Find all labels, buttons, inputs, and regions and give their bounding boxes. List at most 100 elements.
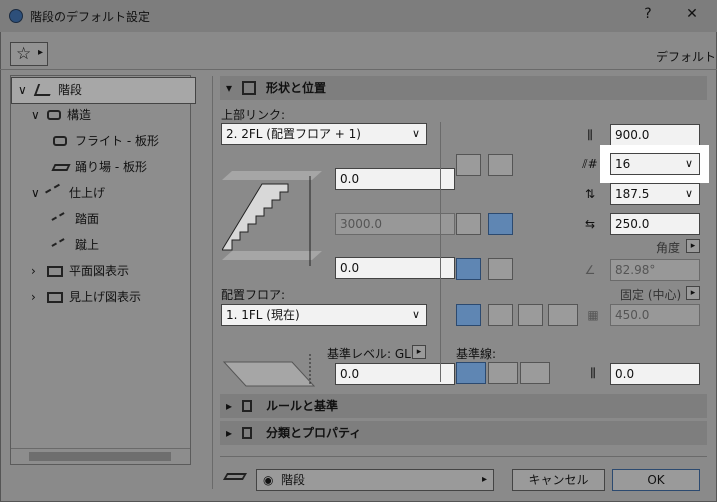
- help-button[interactable]: ?: [633, 6, 663, 22]
- finish-icon: [45, 183, 65, 203]
- layer-select[interactable]: ◉ 階段 ▸: [256, 469, 494, 491]
- risers-select[interactable]: 16 ∨: [610, 153, 700, 175]
- chevron-down-icon[interactable]: ∨: [18, 78, 27, 103]
- place-floor-select[interactable]: 1. 1FL (現在) ∨: [221, 304, 427, 326]
- tree-item-stair[interactable]: ∨ 階段: [11, 77, 196, 104]
- angle-field: 82.98°: [610, 259, 700, 281]
- tread-lock-button[interactable]: [488, 213, 513, 235]
- baseline-offset-icon: ⫼: [590, 366, 596, 380]
- tree-item-finish[interactable]: ∨ 仕上げ: [11, 181, 190, 206]
- width-field[interactable]: 900.0: [610, 124, 700, 146]
- settings-tree: ∨ 階段 ∨ 構造 フライト - 板形 踊り場 - 板形 ∨ 仕上げ 踏面 蹴上…: [10, 75, 196, 465]
- tree-item-label: 階段: [58, 83, 83, 97]
- tread-depth-icon: ⇆: [584, 217, 596, 231]
- tree-item-label: 平面図表示: [69, 264, 130, 278]
- tread-mode-button[interactable]: [456, 213, 481, 235]
- flight-icon: [53, 136, 67, 146]
- height-field: 3000.0: [335, 213, 455, 235]
- position-option-2-button[interactable]: [488, 304, 513, 326]
- tree-item-label: 踏面: [75, 212, 100, 226]
- section-rules-header[interactable]: ▸ ルールと基準: [220, 394, 707, 418]
- triangle-right-icon: ▸: [226, 426, 233, 440]
- close-button[interactable]: ✕: [677, 6, 707, 22]
- tree-item-flight[interactable]: フライト - 板形: [11, 129, 190, 154]
- section-shape-header[interactable]: ▾ 形状と位置: [220, 76, 707, 100]
- tree-item-structure[interactable]: ∨ 構造: [11, 103, 190, 128]
- triangle-right-icon: ▸: [226, 399, 233, 413]
- ref-level-field[interactable]: 0.0: [335, 363, 455, 385]
- tread-depth-field[interactable]: 250.0: [610, 213, 700, 235]
- fixed-icon: ▦: [587, 308, 599, 322]
- tree-item-reflected-display[interactable]: › 見上げ図表示: [11, 285, 190, 310]
- tree-item-tread[interactable]: 踏面: [11, 207, 190, 232]
- top-offset-field[interactable]: 0.0: [335, 168, 455, 190]
- bottom-offset-field[interactable]: 0.0: [335, 257, 455, 279]
- divider: [0, 69, 717, 70]
- ref-level-arrow-button[interactable]: ▸: [412, 345, 426, 359]
- shape-icon: [242, 81, 256, 95]
- baseline-option-2-button[interactable]: [488, 362, 518, 384]
- chevron-down-icon[interactable]: ∨: [31, 103, 40, 128]
- tread-icon: [51, 212, 69, 228]
- stair-type-alt-button[interactable]: [488, 154, 513, 176]
- tree-item-landing[interactable]: 踊り場 - 板形: [11, 155, 190, 180]
- riser-height-value: 187.5: [615, 187, 650, 201]
- riser-icon: [51, 238, 69, 254]
- section-title: 形状と位置: [266, 81, 327, 95]
- risers-icon: ⫽#: [582, 157, 598, 171]
- width-icon: ⫼: [587, 128, 593, 142]
- upper-link-value: 2. 2FL (配置フロア + 1): [226, 127, 361, 141]
- column-divider: [440, 122, 441, 382]
- upper-link-select[interactable]: 2. 2FL (配置フロア + 1) ∨: [221, 123, 427, 145]
- angle-arrow-button[interactable]: ▸: [686, 239, 700, 253]
- slope-option-1-button[interactable]: [456, 258, 481, 280]
- classification-icon: [242, 427, 252, 439]
- stair-icon: [33, 84, 55, 96]
- footer-divider: [220, 456, 707, 457]
- angle-icon: ∠: [584, 263, 596, 277]
- ref-level-diagram: [222, 354, 316, 387]
- baseline-offset-field[interactable]: 0.0: [610, 363, 700, 385]
- arrow-icon: ▸: [38, 47, 44, 58]
- ok-button[interactable]: OK: [612, 469, 700, 491]
- tree-item-plan-display[interactable]: › 平面図表示: [11, 259, 190, 284]
- reflected-icon: [47, 292, 63, 303]
- chevron-right-icon[interactable]: ›: [31, 285, 36, 310]
- eye-icon: ◉: [263, 473, 274, 487]
- place-floor-label: 配置フロア:: [221, 288, 286, 302]
- window-title: 階段のデフォルト設定: [30, 10, 151, 24]
- landing-icon: [51, 164, 71, 171]
- baseline-option-1-button[interactable]: [456, 362, 486, 384]
- section-title: 分類とプロパティ: [266, 426, 362, 440]
- chevron-right-icon[interactable]: ›: [31, 259, 36, 284]
- favorites-button[interactable]: ☆ ▸: [10, 42, 48, 66]
- fixed-center-label: 固定 (中心): [620, 288, 682, 302]
- tree-item-label: 構造: [67, 108, 92, 122]
- tree-item-label: 見上げ図表示: [69, 290, 142, 304]
- position-option-4-button[interactable]: [548, 304, 578, 326]
- baseline-option-3-button[interactable]: [520, 362, 550, 384]
- stair-section-diagram: [222, 171, 322, 266]
- panel-divider: [212, 76, 213, 489]
- chevron-down-icon[interactable]: ∨: [31, 181, 40, 206]
- position-option-3-button[interactable]: [518, 304, 543, 326]
- triangle-down-icon: ▾: [226, 81, 233, 95]
- position-option-1-button[interactable]: [456, 304, 481, 326]
- scrollbar-thumb[interactable]: [29, 452, 171, 461]
- tree-scrollbar[interactable]: [11, 448, 190, 464]
- layer-value: 階段: [281, 473, 306, 487]
- fixed-arrow-button[interactable]: ▸: [686, 286, 700, 300]
- riser-height-select[interactable]: 187.5 ∨: [610, 183, 700, 205]
- place-floor-value: 1. 1FL (現在): [226, 308, 300, 322]
- plan-icon: [47, 266, 63, 277]
- tree-item-label: フライト - 板形: [75, 134, 159, 148]
- section-classification-header[interactable]: ▸ 分類とプロパティ: [220, 421, 707, 445]
- baseline-label: 基準線:: [456, 347, 497, 361]
- riser-height-icon: ⇅: [584, 187, 596, 201]
- rules-icon: [242, 400, 252, 412]
- cancel-button[interactable]: キャンセル: [512, 469, 605, 491]
- stair-type-button[interactable]: [456, 154, 481, 176]
- slope-option-2-button[interactable]: [488, 258, 513, 280]
- tree-item-riser[interactable]: 蹴上: [11, 233, 190, 258]
- tree-item-label: 蹴上: [75, 238, 100, 252]
